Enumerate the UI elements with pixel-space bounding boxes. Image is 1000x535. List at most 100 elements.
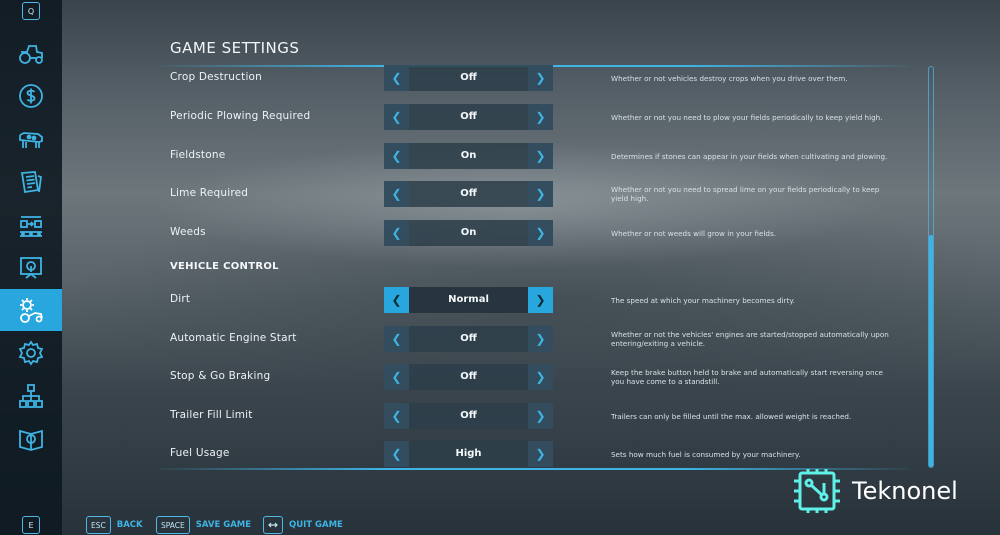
sidebar-item-game-settings[interactable] — [0, 289, 62, 331]
chevron-right-icon[interactable]: ❯ — [528, 181, 553, 207]
option-selector: ❮ Off ❯ — [384, 181, 553, 207]
setting-row-fuel-usage: Fuel Usage ❮ High ❯ Sets how much fuel i… — [170, 441, 900, 467]
option-selector: ❮ Off ❯ — [384, 104, 553, 130]
setting-description: Sets how much fuel is consumed by your m… — [611, 450, 801, 459]
chevron-left-icon[interactable]: ❮ — [384, 104, 409, 130]
chevron-left-icon[interactable]: ❮ — [384, 181, 409, 207]
option-value[interactable]: Off — [409, 65, 528, 91]
setting-label: Weeds — [170, 226, 206, 238]
sidebar-item-animals[interactable] — [0, 118, 62, 160]
hierarchy-icon — [19, 384, 43, 408]
back-button[interactable]: ESC BACK — [86, 516, 143, 534]
chevron-right-icon[interactable]: ❯ — [528, 220, 553, 246]
watermark: Teknonel — [790, 466, 990, 516]
setting-description: Keep the brake button held to brake and … — [611, 368, 883, 386]
sidebar-item-help[interactable] — [0, 418, 62, 460]
sidebar-item-contracts[interactable] — [0, 161, 62, 203]
help-book-icon — [19, 429, 43, 451]
sidebar-item-multiplayer[interactable] — [0, 375, 62, 417]
setting-row-weeds: Weeds ❮ On ❯ Whether or not weeds will g… — [170, 220, 900, 246]
option-selector: ❮ Normal ❯ — [384, 287, 553, 313]
sidebar-item-map[interactable] — [0, 247, 62, 289]
cow-icon — [19, 132, 43, 148]
sidebar: Q E — [0, 0, 62, 535]
chevron-right-icon[interactable]: ❯ — [528, 364, 553, 390]
setting-row-lime-required: Lime Required ❮ Off ❯ Whether or not you… — [170, 181, 900, 207]
chevron-right-icon[interactable]: ❯ — [528, 143, 553, 169]
setting-label: Automatic Engine Start — [170, 332, 297, 344]
sidebar-item-vehicles[interactable] — [0, 32, 62, 74]
save-game-button[interactable]: SPACE SAVE GAME — [156, 516, 251, 534]
setting-description: Whether or not you need to plow your fie… — [611, 113, 883, 122]
setting-description: The speed at which your machinery become… — [611, 296, 795, 305]
option-value[interactable]: High — [409, 441, 528, 467]
setting-label: Fieldstone — [170, 149, 226, 161]
space-key: SPACE — [156, 516, 190, 534]
sidebar-prev-key[interactable]: Q — [22, 2, 40, 20]
option-value[interactable]: Off — [409, 364, 528, 390]
option-value[interactable]: Off — [409, 326, 528, 352]
setting-row-trailer-fill-limit: Trailer Fill Limit ❮ Off ❯ Trailers can … — [170, 403, 900, 429]
chevron-right-icon[interactable]: ❯ — [528, 441, 553, 467]
setting-description: Determines if stones can appear in your … — [611, 152, 888, 161]
chevron-right-icon[interactable]: ❯ — [528, 403, 553, 429]
option-selector: ❮ Off ❯ — [384, 326, 553, 352]
chevron-left-icon[interactable]: ❮ — [384, 287, 409, 313]
contracts-icon — [20, 171, 42, 194]
production-icon — [20, 216, 42, 237]
chevron-left-icon[interactable]: ❮ — [384, 326, 409, 352]
sidebar-item-finances[interactable] — [0, 75, 62, 117]
setting-row-periodic-plowing: Periodic Plowing Required ❮ Off ❯ Whethe… — [170, 104, 900, 130]
map-icon — [20, 257, 42, 279]
chevron-right-icon[interactable]: ❯ — [528, 287, 553, 313]
option-value[interactable]: Off — [409, 403, 528, 429]
esc-key: ESC — [86, 516, 111, 534]
chevron-left-icon[interactable]: ❮ — [384, 143, 409, 169]
option-value[interactable]: On — [409, 220, 528, 246]
setting-description: Whether or not weeds will grow in your f… — [611, 229, 777, 238]
scrollbar-thumb[interactable] — [929, 235, 933, 467]
chevron-right-icon[interactable]: ❯ — [528, 65, 553, 91]
chevron-left-icon[interactable]: ❮ — [384, 441, 409, 467]
gear-icon — [18, 340, 44, 366]
watermark-text: Teknonel — [852, 477, 958, 505]
chevron-left-icon[interactable]: ❮ — [384, 364, 409, 390]
setting-label: Stop & Go Braking — [170, 370, 271, 382]
chevron-right-icon[interactable]: ❯ — [528, 326, 553, 352]
setting-label: Lime Required — [170, 187, 249, 199]
chip-logo-icon — [794, 469, 840, 513]
chevron-right-icon[interactable]: ❯ — [528, 104, 553, 130]
setting-description: Trailers can only be filled until the ma… — [611, 412, 852, 421]
tractor-icon — [19, 45, 43, 64]
setting-description: Whether or not you need to spread lime o… — [611, 185, 880, 203]
option-selector: ❮ Off ❯ — [384, 364, 553, 390]
sidebar-item-production[interactable] — [0, 204, 62, 246]
chevron-left-icon[interactable]: ❮ — [384, 220, 409, 246]
option-value[interactable]: Normal — [409, 287, 528, 313]
sidebar-next-key[interactable]: E — [22, 516, 40, 534]
back-label: BACK — [116, 520, 143, 530]
setting-row-fieldstone: Fieldstone ❮ On ❯ Determines if stones c… — [170, 143, 900, 169]
chevron-left-icon[interactable]: ❮ — [384, 403, 409, 429]
setting-row-automatic-engine-start: Automatic Engine Start ❮ Off ❯ Whether o… — [170, 326, 900, 352]
setting-description: Whether or not vehicles destroy crops wh… — [611, 74, 848, 83]
setting-label: Periodic Plowing Required — [170, 110, 311, 122]
quit-key-icon — [263, 516, 283, 534]
section-heading-vehicle-control: VEHICLE CONTROL — [170, 261, 279, 272]
option-value[interactable]: On — [409, 143, 528, 169]
option-selector: ❮ Off ❯ — [384, 65, 553, 91]
quit-game-label: QUIT GAME — [289, 520, 343, 530]
setting-row-crop-destruction: Crop Destruction ❮ Off ❯ Whether or not … — [170, 65, 900, 91]
quit-game-button[interactable]: QUIT GAME — [263, 516, 343, 534]
option-value[interactable]: Off — [409, 104, 528, 130]
game-settings-icon — [20, 298, 43, 323]
option-value[interactable]: Off — [409, 181, 528, 207]
chevron-left-icon[interactable]: ❮ — [384, 65, 409, 91]
option-selector: ❮ On ❯ — [384, 143, 553, 169]
setting-label: Fuel Usage — [170, 447, 230, 459]
option-selector: ❮ High ❯ — [384, 441, 553, 467]
sidebar-item-general-settings[interactable] — [0, 332, 62, 374]
setting-label: Dirt — [170, 293, 191, 305]
option-selector: ❮ On ❯ — [384, 220, 553, 246]
save-game-label: SAVE GAME — [195, 520, 252, 530]
